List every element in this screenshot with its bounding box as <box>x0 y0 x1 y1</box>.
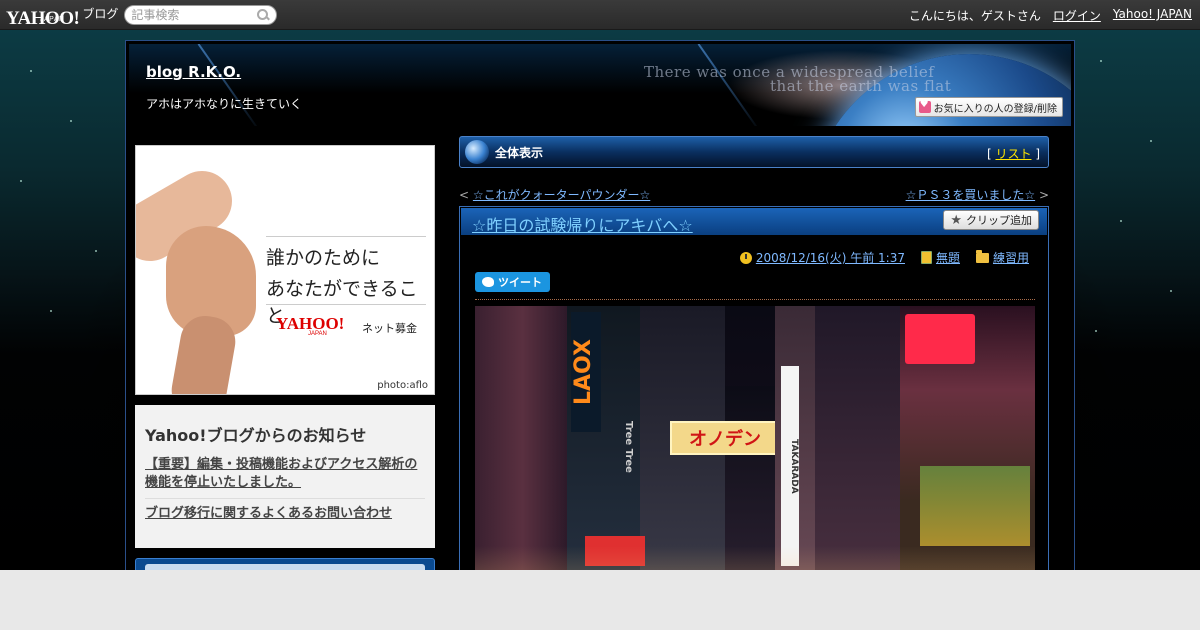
heart-icon <box>918 99 931 113</box>
star <box>95 250 97 252</box>
search-box[interactable] <box>124 4 278 25</box>
clock-icon <box>739 251 752 264</box>
prev-article-link[interactable]: ☆これがクォーターパウンダー☆ <box>473 188 650 202</box>
ad-product-name: ネット募金 <box>362 322 417 335</box>
banner-quote-line2: that the earth was flat <box>770 77 952 95</box>
notice-heading: Yahoo!ブログからのお知らせ <box>145 426 367 445</box>
star-icon: ★ <box>950 212 962 228</box>
yahoo-japan-link[interactable]: Yahoo! JAPAN <box>1113 7 1192 24</box>
article-category-link[interactable]: 練習用 <box>993 249 1029 266</box>
next-arrow: > <box>1038 188 1049 202</box>
star <box>30 70 32 72</box>
clip-add-button[interactable]: ★ クリップ追加 <box>943 210 1039 230</box>
greeting-text: こんにちは、ゲストさん <box>908 9 1041 23</box>
article-header: ☆昨日の試験帰りにアキバへ☆ ★ クリップ追加 <box>461 208 1047 235</box>
red-neon-sign <box>905 314 975 364</box>
masthead: YAHOO! JAPAN ブログ こんにちは、ゲストさん ログイン Yahoo!… <box>0 0 1200 30</box>
prev-article: < ☆これがクォーターパウンダー☆ <box>459 186 650 203</box>
ad-headline-1: 誰かのために <box>266 247 381 269</box>
onoden-sign: オノデン <box>670 421 780 455</box>
tree-sign: Tree Tree <box>623 421 634 473</box>
takarada-sign: TAKARADA <box>781 366 799 566</box>
prev-arrow: < <box>459 188 470 202</box>
star <box>1150 140 1152 142</box>
list-view-link[interactable]: リスト <box>995 147 1031 161</box>
ad-photo-credit: photo:aflo <box>377 380 428 391</box>
article-title[interactable]: ☆昨日の試験帰りにアキバへ☆ <box>472 212 693 236</box>
storefront-sign <box>920 466 1030 546</box>
building <box>815 306 905 586</box>
list-bracket-close: ] <box>1035 147 1040 161</box>
section-title: 全体表示 <box>495 145 544 160</box>
article-datetime-link[interactable]: 2008/12/16(火) 午前 1:37 <box>756 249 905 266</box>
article-meta: 2008/12/16(火) 午前 1:37 無題 練習用 <box>739 249 1029 266</box>
list-view-toggle: [ リスト ] <box>987 145 1040 162</box>
search-icon[interactable] <box>257 8 269 21</box>
article-category: 練習用 <box>975 249 1029 266</box>
akihabara-night-photo[interactable]: LAOX Tree Tree オノデン TAKARADA <box>475 306 1035 586</box>
star <box>1095 330 1097 332</box>
article-theme-link[interactable]: 無題 <box>936 249 960 266</box>
blog-title[interactable]: blog R.K.O. <box>146 63 241 81</box>
article-theme: 無題 <box>920 249 960 266</box>
laox-sign: LAOX <box>571 312 601 432</box>
next-article: ☆ＰＳ３を買いました☆ > <box>906 186 1049 203</box>
next-article-link[interactable]: ☆ＰＳ３を買いました☆ <box>906 188 1036 202</box>
star <box>1170 290 1172 292</box>
ad-divider <box>266 236 426 237</box>
top-nav: こんにちは、ゲストさん ログイン Yahoo! JAPAN <box>909 7 1192 24</box>
tweet-label: ツイート <box>498 276 542 289</box>
blog-logo-text: ブログ <box>82 6 119 21</box>
article: ☆昨日の試験帰りにアキバへ☆ ★ クリップ追加 2008/12/16(火) 午前… <box>459 206 1049 586</box>
yahoo-logo-sub: JAPAN <box>40 16 65 23</box>
ad-yahoo-logo-sub: JAPAN <box>308 331 327 337</box>
ad-divider <box>266 304 426 305</box>
clip-add-label: クリップ追加 <box>966 214 1032 227</box>
building <box>475 306 570 586</box>
article-separator <box>475 299 1035 300</box>
banner-quote: There was once a widespread belief that … <box>644 65 952 95</box>
section-header: 全体表示 [ リスト ] <box>459 136 1049 168</box>
notice-box: Yahoo!ブログからのお知らせ 【重要】編集・投稿機能およびアクセス解析の機能… <box>135 405 435 548</box>
notice-link-faq[interactable]: ブログ移行に関するよくあるお問い合わせ <box>145 505 425 529</box>
login-link[interactable]: ログイン <box>1053 7 1101 24</box>
star <box>1120 220 1122 222</box>
list-bracket-open: [ <box>986 147 992 161</box>
search-input[interactable] <box>131 7 258 22</box>
star <box>1100 60 1102 62</box>
star <box>70 120 72 122</box>
folder-icon <box>975 249 989 263</box>
yahoo-blog-logo[interactable]: YAHOO! JAPAN ブログ <box>6 2 118 28</box>
star <box>20 180 22 182</box>
favorite-register-button[interactable]: お気に入りの人の登録/削除 <box>914 97 1063 117</box>
tweet-button[interactable]: ツイート <box>475 272 550 292</box>
twitter-bird-icon <box>482 277 494 287</box>
globe-icon <box>465 140 489 164</box>
banner-stripe <box>197 44 263 126</box>
article-datetime: 2008/12/16(火) 午前 1:37 <box>739 249 905 266</box>
blog-banner: There was once a widespread belief that … <box>129 44 1071 126</box>
blog-subtitle: アホはアホなりに生きていく <box>146 97 303 111</box>
star <box>50 310 52 312</box>
favorite-register-label: お気に入りの人の登録/削除 <box>933 103 1057 115</box>
book-icon <box>920 251 932 264</box>
footer-area <box>0 570 1200 630</box>
donation-ad[interactable]: 誰かのために あなたができること YAHOO! JAPAN ネット募金 phot… <box>135 145 435 395</box>
notice-link-important[interactable]: 【重要】編集・投稿機能およびアクセス解析の機能を停止いたしました。 <box>145 456 425 499</box>
